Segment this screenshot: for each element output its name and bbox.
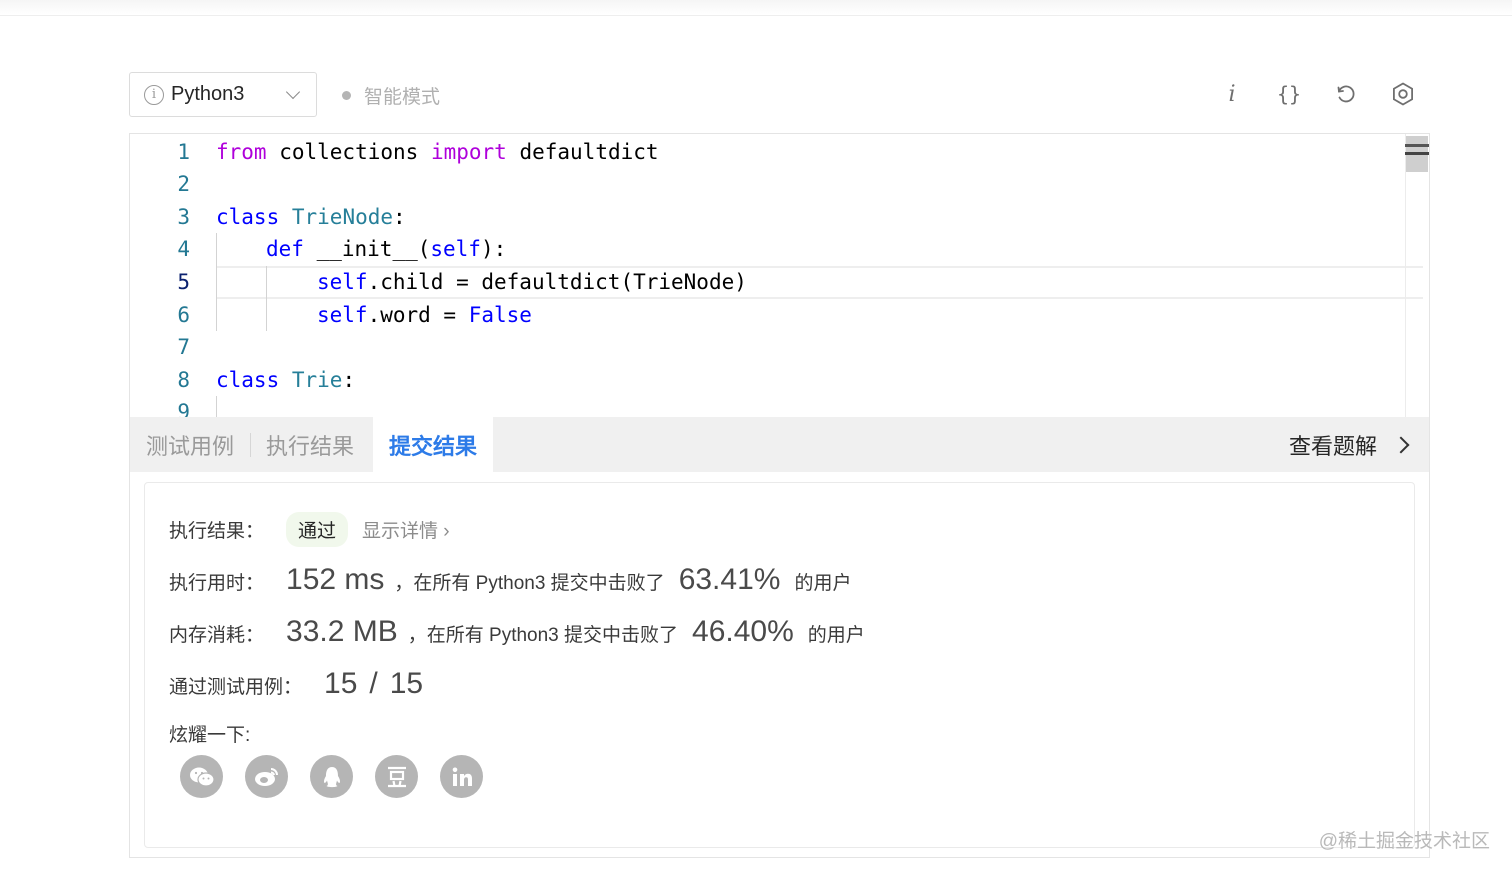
test-cases-total: 15	[389, 667, 424, 700]
language-label: Python3	[171, 83, 245, 105]
runtime-row: 执行用时： 152 ms ，在所有 Python3 提交中击败了 63.41% …	[169, 563, 851, 597]
line-number: 8	[177, 367, 190, 392]
runtime-label: 执行用时：	[169, 573, 265, 594]
scrollbar-marker	[1405, 152, 1429, 155]
runtime-percent: 63.41%	[678, 563, 781, 596]
code-line: 6 self.word = False	[130, 298, 1429, 331]
line-number: 7	[177, 334, 190, 359]
status-row: 执行结果： 通过 显示详情 ›	[169, 512, 450, 547]
smart-mode-toggle[interactable]: 智能模式	[342, 82, 440, 109]
code-line: 5 self.child = defaultdict(TrieNode)	[130, 265, 1429, 298]
runtime-suffix: 的用户	[794, 573, 852, 594]
line-number: 1	[177, 139, 190, 164]
scrollbar-marker	[1405, 144, 1429, 147]
memory-percent: 46.40%	[692, 615, 794, 648]
result-tabbar: 测试用例 执行结果 提交结果 查看题解	[129, 417, 1430, 472]
weibo-icon[interactable]	[245, 755, 288, 798]
memory-label: 内存消耗：	[169, 625, 265, 646]
format-code-icon[interactable]: {}	[1273, 78, 1305, 110]
code-line: 1 from collections import defaultdict	[130, 135, 1429, 168]
top-bar-shadow	[0, 0, 1512, 16]
chevron-down-icon	[285, 84, 301, 100]
smart-mode-label: 智能模式	[364, 87, 441, 108]
reset-icon[interactable]	[1330, 78, 1362, 110]
code-line: 4 def __init__(self):	[130, 232, 1429, 265]
settings-gear-icon[interactable]	[1387, 78, 1419, 110]
qq-icon[interactable]	[310, 755, 353, 798]
info-icon: i	[144, 84, 164, 105]
code-line: 2	[130, 167, 1429, 200]
memory-text: ，在所有 Python3 提交中击败了	[407, 625, 679, 646]
show-detail-link[interactable]: 显示详情 ›	[362, 516, 450, 543]
info-italic-icon[interactable]: i	[1216, 78, 1248, 110]
code-editor[interactable]: 1 from collections import defaultdict 2 …	[129, 133, 1430, 417]
language-select[interactable]: i Python3	[129, 72, 317, 117]
line-number: 4	[177, 236, 190, 261]
status-badge: 通过	[286, 512, 349, 547]
view-solution-label: 查看题解	[1288, 433, 1377, 459]
status-label: 执行结果：	[169, 521, 265, 542]
memory-value: 33.2 MB	[286, 615, 398, 648]
runtime-value: 152 ms	[286, 563, 385, 596]
line-number: 5	[177, 269, 190, 294]
code-line: 9	[130, 395, 1429, 418]
line-number: 6	[177, 302, 190, 327]
tab-test-cases[interactable]: 测试用例	[146, 417, 234, 472]
linkedin-icon[interactable]	[440, 755, 483, 798]
tab-submit-result[interactable]: 提交结果	[373, 417, 493, 472]
tab-divider	[250, 433, 251, 457]
test-cases-row: 通过测试用例： 15 / 15	[169, 667, 423, 701]
code-line: 8 class Trie:	[130, 363, 1429, 396]
runtime-text: ，在所有 Python3 提交中击败了	[394, 573, 665, 594]
test-cases-separator: /	[369, 667, 378, 700]
test-cases-passed: 15	[324, 667, 358, 700]
wechat-icon[interactable]	[180, 755, 223, 798]
view-solution-link[interactable]: 查看题解	[1289, 417, 1413, 472]
memory-suffix: 的用户	[807, 625, 865, 646]
tab-run-result[interactable]: 执行结果	[266, 417, 354, 472]
line-number: 2	[177, 171, 190, 196]
share-row: 炫耀一下:	[169, 720, 250, 747]
memory-row: 内存消耗： 33.2 MB ，在所有 Python3 提交中击败了 46.40%…	[169, 615, 865, 649]
douban-icon[interactable]	[375, 755, 418, 798]
line-number: 3	[177, 204, 190, 229]
code-line: 3 class TrieNode:	[130, 200, 1429, 233]
test-cases-label: 通过测试用例：	[169, 677, 303, 698]
line-number: 9	[177, 399, 190, 418]
share-label: 炫耀一下:	[169, 725, 251, 746]
code-line: 7	[130, 330, 1429, 363]
watermark: @稀土掘金技术社区	[1318, 831, 1490, 852]
chevron-right-icon	[1392, 436, 1410, 453]
status-dot-icon	[342, 91, 351, 100]
editor-scrollbar[interactable]	[1405, 134, 1429, 417]
